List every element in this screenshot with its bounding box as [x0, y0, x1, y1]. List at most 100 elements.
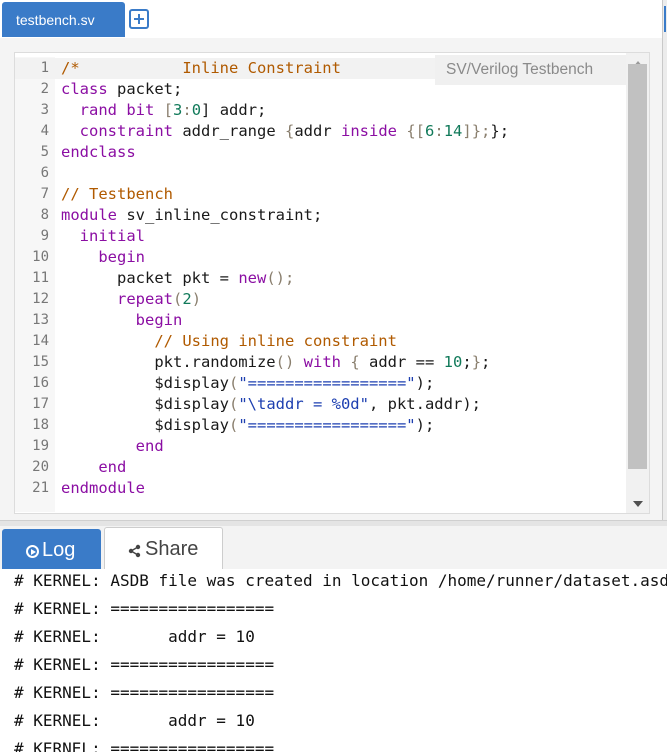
code-token: $display — [61, 395, 229, 413]
code-line[interactable]: 14 // Using inline constraint — [15, 331, 625, 352]
code-line[interactable]: 8 module sv_inline_constraint; — [15, 205, 625, 226]
code-line[interactable]: 11 packet pkt = new(); — [15, 268, 625, 289]
line-number: 19 — [32, 438, 49, 454]
code-text: $display("================="); — [61, 373, 434, 394]
code-line[interactable]: 6 — [15, 163, 625, 184]
code-token: packet; — [107, 80, 183, 98]
code-text: $display("================="); — [61, 415, 434, 436]
code-token: ( — [173, 290, 183, 308]
code-line[interactable]: 15 pkt.randomize() with { addr == 10;}; — [15, 352, 625, 373]
code-token: module — [61, 206, 117, 224]
code-text: endclass — [61, 142, 136, 163]
tab-log[interactable]: Log — [2, 529, 101, 570]
code-token: addr_range — [173, 122, 285, 140]
code-token: 14 — [443, 122, 463, 140]
code-token: : — [434, 122, 444, 140]
code-line[interactable]: 5 endclass — [15, 142, 625, 163]
tab-share[interactable]: Share — [104, 527, 223, 570]
code-line[interactable]: 12 repeat(2) — [15, 289, 625, 310]
code-token: begin — [135, 311, 183, 329]
log-line: # KERNEL: ================= — [14, 599, 275, 618]
code-token: ]}; — [462, 122, 491, 140]
code-token: pkt.randomize — [61, 353, 276, 371]
code-token: ; — [481, 353, 491, 371]
code-token: // Testbench — [61, 185, 173, 203]
code-token: [ — [154, 101, 174, 119]
line-number: 18 — [32, 417, 49, 433]
tab-share-label: Share — [145, 538, 199, 560]
code-token: sv_inline_constraint; — [117, 206, 323, 224]
code-token: , pkt.addr — [368, 395, 463, 413]
line-number: 6 — [40, 165, 49, 181]
line-number: 1 — [40, 60, 49, 76]
code-token: begin — [98, 248, 145, 266]
line-number: 16 — [32, 375, 49, 391]
code-token: constraint — [79, 122, 173, 140]
code-token: with — [303, 353, 341, 371]
code-token: endclass — [61, 143, 136, 161]
code-token: new — [238, 269, 267, 287]
line-number: 2 — [40, 81, 49, 97]
code-line[interactable]: 17 $display("\taddr = %0d", pkt.addr); — [15, 394, 625, 415]
code-token: : — [182, 101, 192, 119]
code-token: ; — [462, 353, 472, 371]
code-text: endmodule — [61, 478, 145, 499]
line-number: 13 — [32, 312, 49, 328]
code-token: addr — [294, 122, 341, 140]
code-line[interactable]: 9 initial — [15, 226, 625, 247]
log-line: # KERNEL: addr = 10 — [14, 711, 255, 730]
code-line[interactable]: 4 constraint addr_range {addr inside {[6… — [15, 121, 625, 142]
scroll-thumb[interactable] — [628, 64, 647, 469]
code-token: end — [98, 458, 127, 476]
code-token: endmodule — [61, 479, 145, 497]
code-token: addr == — [359, 353, 444, 371]
plus-icon[interactable] — [129, 9, 149, 29]
line-number: 7 — [40, 186, 49, 202]
code-text: initial — [61, 226, 145, 247]
code-line[interactable]: 10 begin — [15, 247, 625, 268]
code-token: "=================" — [238, 416, 416, 434]
code-token: ( — [228, 395, 239, 413]
code-line[interactable]: 7 // Testbench — [15, 184, 625, 205]
code-token: ); — [415, 416, 435, 434]
editor-tab-bar: testbench.sv — [0, 0, 667, 39]
code-line[interactable]: 13 begin — [15, 310, 625, 331]
line-number: 4 — [40, 123, 49, 139]
file-tab-testbench[interactable]: testbench.sv — [2, 2, 125, 37]
code-token: // Using inline constraint — [154, 332, 397, 350]
scroll-down-arrow-icon[interactable] — [633, 501, 643, 507]
code-token: repeat — [117, 290, 173, 308]
editor-scrollbar[interactable] — [626, 53, 649, 513]
code-line[interactable]: 18 $display("================="); — [15, 415, 625, 436]
code-token: ( — [228, 374, 239, 392]
code-token: $display — [61, 416, 229, 434]
line-number: 8 — [40, 207, 49, 223]
log-line: # KERNEL: ASDB file was created in locat… — [14, 571, 667, 590]
file-tab-label: testbench.sv — [16, 12, 95, 28]
code-token: 2 — [182, 290, 192, 308]
line-number: 21 — [32, 480, 49, 496]
play-circle-icon — [26, 545, 39, 558]
code-token: $display — [61, 374, 229, 392]
adjacent-pane-edge — [663, 0, 667, 520]
code-line[interactable]: 20 end — [15, 457, 625, 478]
line-number: 5 — [40, 144, 49, 160]
code-token: bit — [126, 101, 155, 119]
code-token: packet pkt = — [61, 269, 239, 287]
code-line[interactable]: 16 $display("================="); — [15, 373, 625, 394]
log-output[interactable]: # KERNEL: ASDB file was created in locat… — [0, 569, 667, 752]
editor-pane: 1/* Inline Constraint 2 class packet; 3 ran… — [0, 38, 662, 520]
code-token: rand — [79, 101, 117, 119]
code-token: "\taddr = %0d" — [238, 395, 369, 413]
code-line[interactable]: 21 endmodule — [15, 478, 625, 499]
code-token: ); — [415, 374, 435, 392]
code-line[interactable]: 19 end — [15, 436, 625, 457]
code-token: ); — [462, 395, 481, 413]
code-line[interactable]: 3 rand bit [3:0] addr; — [15, 100, 625, 121]
code-editor[interactable]: 1/* Inline Constraint 2 class packet; 3 ran… — [14, 52, 650, 514]
line-number: 3 — [40, 102, 49, 118]
